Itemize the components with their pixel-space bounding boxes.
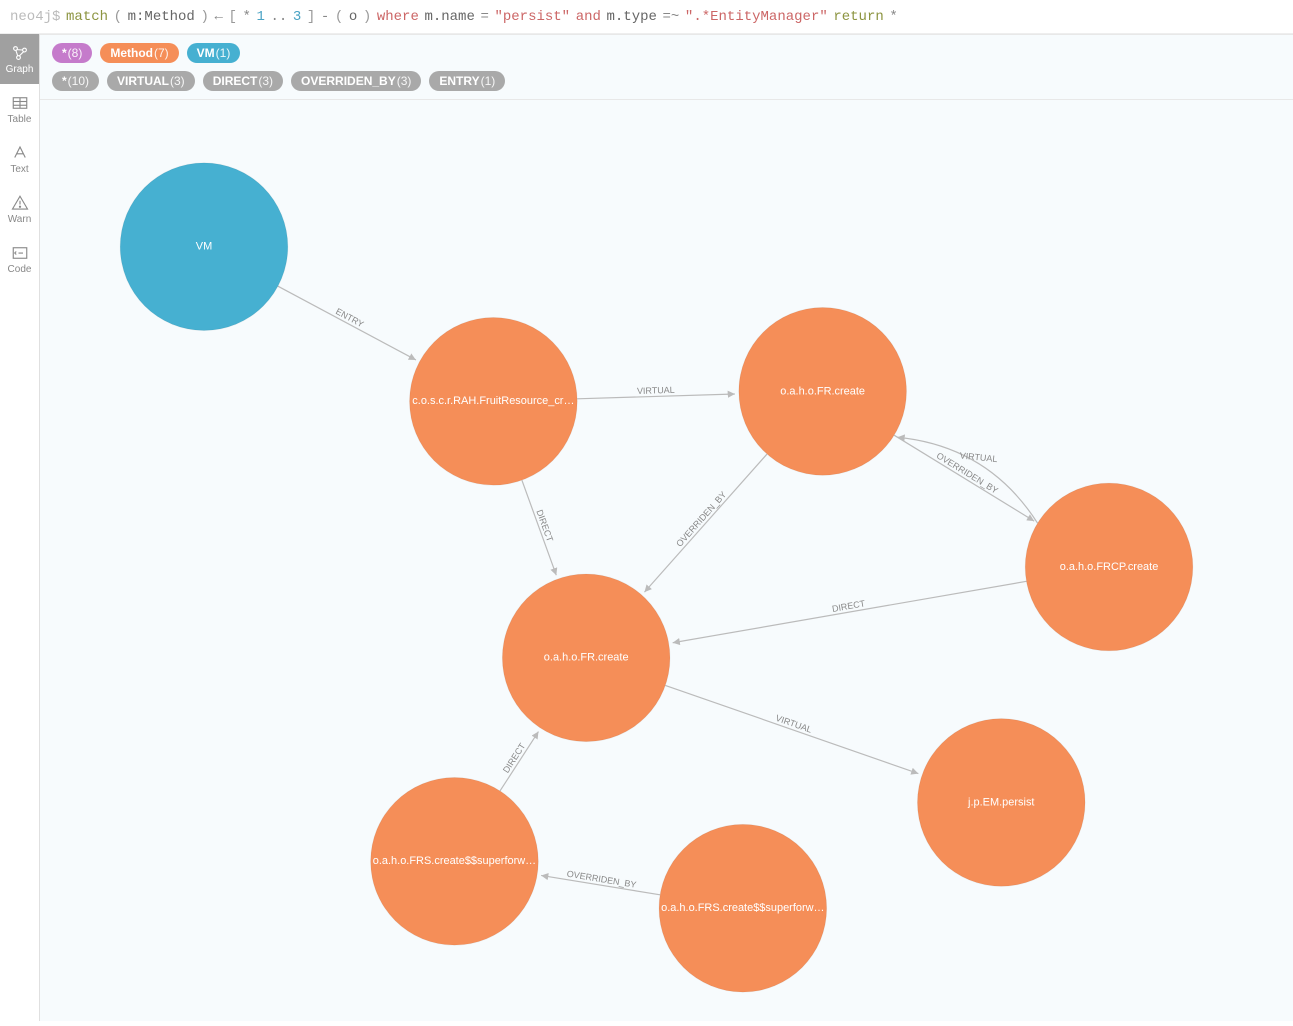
graph-node[interactable]: o.a.h.o.FRCP.create	[1025, 483, 1193, 651]
graph-edge[interactable]	[644, 454, 767, 592]
label-pill[interactable]: VIRTUAL(3)	[107, 71, 195, 91]
label-pill[interactable]: OVERRIDEN_BY(3)	[291, 71, 421, 91]
graph-canvas[interactable]: *(8) Method(7) VM(1) *(10) VIRTUAL(3) DIRECT…	[40, 34, 1293, 1021]
graph-svg[interactable]: ENTRY VIRTUAL DIRECT OVERRIDEN_BY OVERRIDEN_…	[40, 103, 1293, 1021]
edge-label: DIRECT	[534, 508, 555, 543]
node-label: o.a.h.o.FR.create	[544, 652, 629, 664]
graph-edge[interactable]	[665, 685, 918, 773]
edge-label: ENTRY	[334, 306, 365, 329]
node-label: c.o.s.c.r.RAH.FruitResource_cr…	[412, 395, 574, 407]
graph-node[interactable]: o.a.h.o.FR.create	[739, 308, 907, 476]
node-label: o.a.h.o.FRS.create$$superforw…	[373, 855, 536, 867]
edge-label: VIRTUAL	[637, 385, 675, 396]
node-label: VM	[196, 241, 212, 253]
label-pill[interactable]: Method(7)	[100, 43, 178, 63]
node-label: o.a.h.o.FR.create	[780, 385, 865, 397]
label-pill[interactable]: DIRECT(3)	[203, 71, 283, 91]
kw-where: where	[377, 9, 419, 25]
label-pill[interactable]: *(8)	[52, 43, 92, 63]
graph-icon	[11, 44, 29, 62]
node-label-pills: *(8) Method(7) VM(1)	[40, 35, 1293, 71]
kw-match: match	[66, 9, 108, 25]
label-pill[interactable]: ENTRY(1)	[429, 71, 505, 91]
graph-edge[interactable]	[673, 581, 1027, 642]
graph-edge[interactable]	[894, 435, 1034, 521]
graph-node[interactable]: j.p.EM.persist	[917, 719, 1085, 887]
query-bar[interactable]: neo4j$ match (m:Method) ← [ *1..3] - (o)…	[0, 0, 1293, 34]
edge-label: OVERRIDEN_BY	[674, 490, 728, 549]
table-icon	[11, 94, 29, 112]
edge-label: VIRTUAL	[774, 713, 813, 735]
tab-graph[interactable]: Graph	[0, 34, 39, 84]
graph-node[interactable]: o.a.h.o.FRS.create$$superforw…	[371, 778, 539, 946]
label-pill[interactable]: *(10)	[52, 71, 99, 91]
graph-node[interactable]: VM	[120, 163, 288, 331]
graph-node[interactable]: c.o.s.c.r.RAH.FruitResource_cr…	[410, 318, 578, 486]
tab-text[interactable]: Text	[0, 134, 39, 184]
prompt: neo4j$	[10, 9, 60, 25]
graph-node[interactable]: o.a.h.o.FRS.create$$superforw…	[659, 824, 827, 992]
tab-table[interactable]: Table	[0, 84, 39, 134]
edge-label: VIRTUAL	[959, 450, 998, 464]
code-icon	[11, 244, 29, 262]
edge-label: OVERRIDEN_BY	[566, 869, 637, 890]
graph-node[interactable]: o.a.h.o.FR.create	[502, 574, 670, 742]
node-label: j.p.EM.persist	[967, 796, 1034, 808]
node-label: o.a.h.o.FRS.create$$superforw…	[661, 902, 824, 914]
tab-warn[interactable]: Warn	[0, 184, 39, 234]
warn-icon	[11, 194, 29, 212]
tab-code[interactable]: Code	[0, 234, 39, 284]
view-tabs: Graph Table Text Warn Code	[0, 34, 40, 1021]
graph-edge[interactable]	[278, 286, 416, 360]
node-label: o.a.h.o.FRCP.create	[1060, 561, 1159, 573]
label-pill[interactable]: VM(1)	[187, 43, 241, 63]
relationship-label-pills: *(10) VIRTUAL(3) DIRECT(3) OVERRIDEN_BY(3) E…	[40, 71, 1293, 99]
text-icon	[11, 144, 29, 162]
